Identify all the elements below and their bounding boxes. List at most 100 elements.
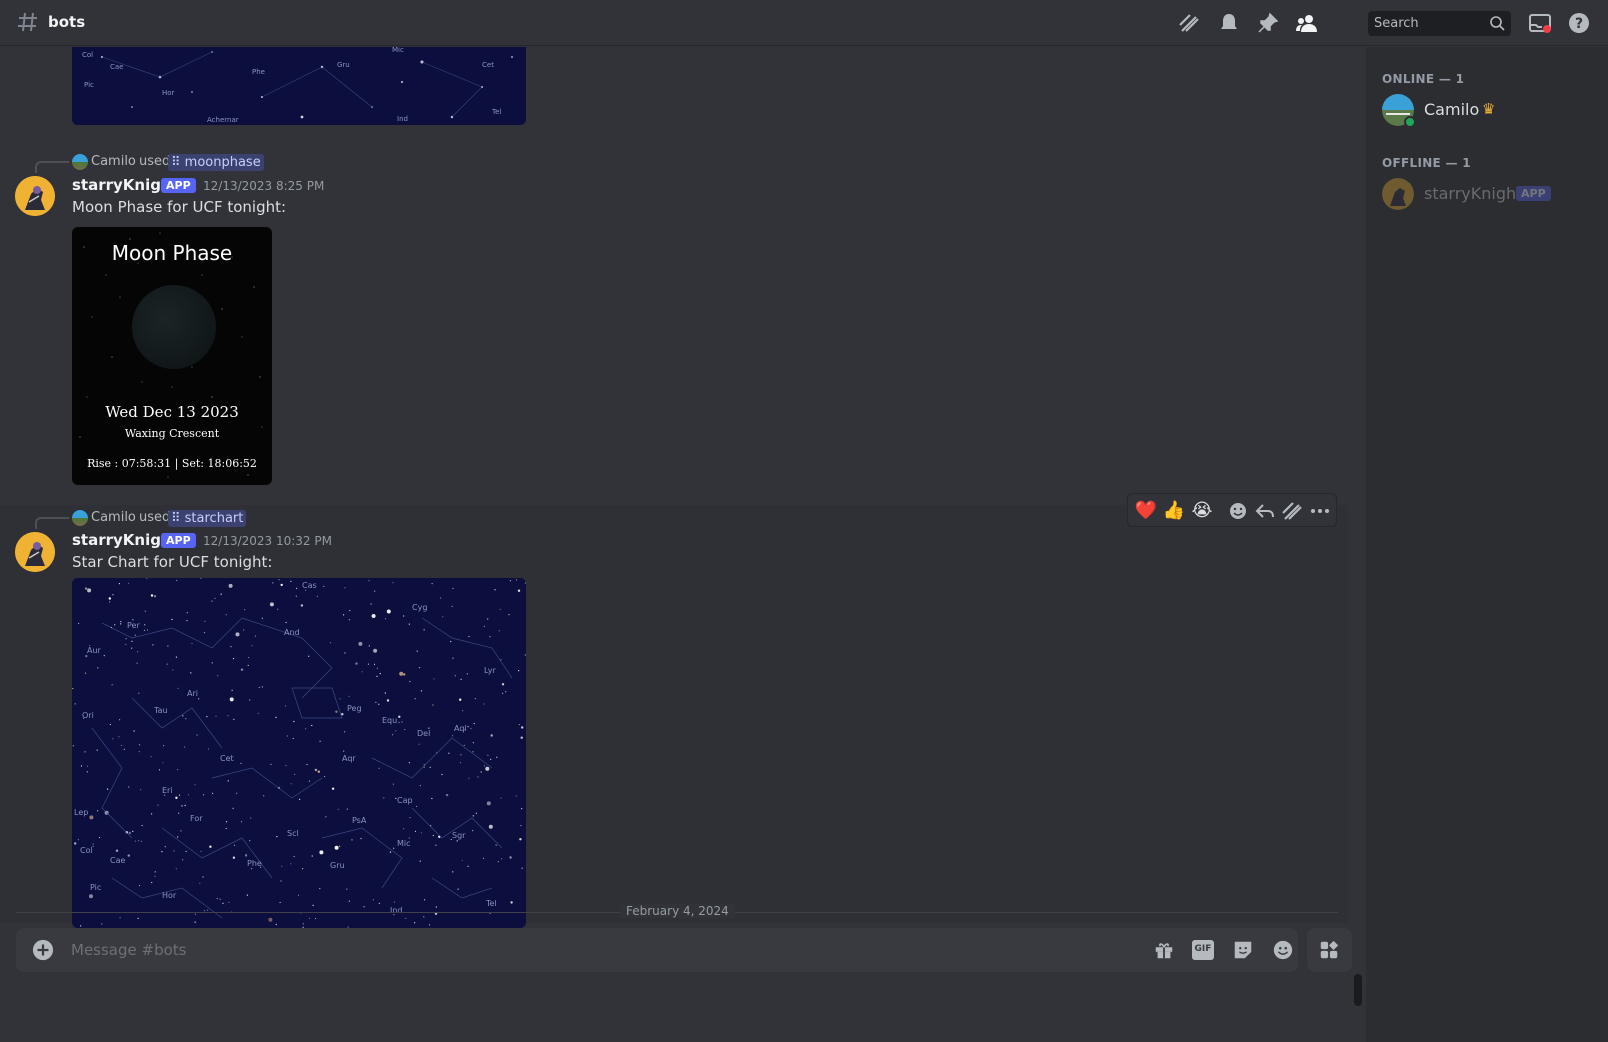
constellation-label: Eri [162,786,173,795]
chat-scrollbar[interactable] [1354,974,1362,1006]
svg-text:?: ? [1575,16,1583,32]
constellation-label: Ari [187,689,198,698]
channel-header: bots Search ? [0,0,1608,46]
member-camilo[interactable]: Camilo ♛ [1374,89,1600,131]
sticker-icon[interactable] [1232,939,1254,961]
constellation-label: Cas [302,581,317,590]
moon-card-date: Wed Dec 13 2023 [105,403,239,421]
member-list: ONLINE — 1 Camilo ♛ OFFLINE — 1 starryKn… [1366,47,1608,1042]
reply-used-text: used [139,154,171,169]
moon-card-rise-set: Rise : 07:58:31 | Set: 18:06:52 [87,457,257,470]
svg-text:Tel: Tel [491,108,501,116]
svg-text:Ind: Ind [397,115,408,123]
message-list: Cae Col Phe Gru Mic Cet Hor Pic Tel Ind Achernar C… [0,47,1362,1042]
moon-phase-card[interactable]: Moon Phase Wed Dec 13 2023 Waxing Cresce… [72,227,272,485]
app-badge: APP [1516,186,1551,201]
constellation-label: Tel [485,899,497,908]
constellation-label: Cet [220,754,234,763]
constellation-label: Del [417,729,430,738]
search-icon [1490,16,1505,31]
constellation-label: Gru [330,861,345,870]
svg-text:Cae: Cae [110,63,123,71]
command-starchart[interactable]: ⠿ starchart [168,510,247,527]
reply-connector [35,517,69,529]
app-badge: APP [161,533,196,548]
app-badge: APP [161,178,196,193]
emoji-icon[interactable] [1272,939,1294,961]
inbox-icon[interactable] [1528,11,1552,35]
online-status-dot [1404,116,1416,128]
reply-used-text: used [139,510,171,525]
bell-icon[interactable] [1217,11,1241,35]
svg-text:Phe: Phe [252,68,265,76]
constellation-label: Ori [82,711,94,720]
bot-avatar[interactable] [15,532,55,572]
threads-icon[interactable] [1177,11,1201,35]
moon-card-title: Moon Phase [111,241,233,265]
search-placeholder: Search [1374,16,1419,31]
reaction-crying[interactable]: 😭 [1190,499,1214,523]
svg-text:Mic: Mic [392,47,404,54]
reply-username[interactable]: Camilo [91,154,136,169]
command-icon: ⠿ [171,155,185,170]
member-list-icon[interactable] [1295,11,1319,35]
apps-icon [1320,940,1339,959]
message-text: Star Chart for UCF tonight: [72,553,273,571]
pin-icon[interactable] [1256,11,1280,35]
reply-username[interactable]: Camilo [91,510,136,525]
constellation-label: Mic [397,839,411,848]
reaction-thumbs-up[interactable]: 👍 [1162,499,1186,523]
constellation-label: Pic [90,883,101,892]
add-attachment-icon[interactable] [32,939,54,961]
message-timestamp[interactable]: 12/13/2023 10:32 PM [203,534,332,548]
gif-label: GIF [1194,944,1212,954]
reaction-heart[interactable]: ❤️ [1134,499,1158,523]
member-name: starryKnight [1424,184,1523,203]
constellation-label: Tau [153,706,168,715]
constellation-label: Cae [110,856,125,865]
search-box[interactable]: Search [1368,11,1511,36]
more-options-icon[interactable] [1308,499,1332,523]
reply-connector [35,161,69,173]
member-avatar [1382,178,1414,210]
message-input[interactable]: Message #bots [71,941,186,959]
svg-text:Cet: Cet [482,61,494,69]
constellation-label: Peg [347,704,362,713]
constellation-label: Lep [74,808,88,817]
constellation-label: Cap [397,796,413,805]
svg-text:Pic: Pic [84,81,94,89]
create-thread-icon[interactable] [1280,499,1304,523]
moon-card-phase: Waxing Crescent [124,427,220,440]
constellation-label: Scl [287,829,299,838]
member-name: Camilo [1424,100,1480,119]
constellation-label: Hor [162,891,177,900]
camilo-mini-avatar[interactable] [72,510,88,526]
constellation-label: Aur [87,646,102,655]
gift-icon[interactable] [1153,939,1175,961]
constellation-label: Equ [382,716,397,725]
starchart-image-previous[interactable]: Cae Col Phe Gru Mic Cet Hor Pic Tel Ind Achernar [72,47,526,125]
offline-section-title: OFFLINE — 1 [1382,156,1471,170]
command-icon: ⠿ [171,511,185,526]
reply-icon[interactable] [1253,499,1277,523]
help-icon[interactable]: ? [1567,11,1591,35]
command-moonphase[interactable]: ⠿ moonphase [168,154,264,171]
message-timestamp[interactable]: 12/13/2023 8:25 PM [203,179,324,193]
crown-icon: ♛ [1482,100,1496,118]
add-reaction-icon[interactable] [1226,499,1250,523]
gif-button[interactable]: GIF [1192,940,1214,960]
starchart-image[interactable]: Cas Cyg Per And Aur Tau Ari Peg Ori Cet Aqr Aql Eri C… [72,578,526,928]
camilo-mini-avatar[interactable] [72,154,88,170]
svg-text:Achernar: Achernar [207,116,239,124]
constellation-label: Col [80,846,93,855]
moon-disc [132,285,216,369]
date-divider-label: February 4, 2024 [620,904,735,918]
bot-avatar[interactable] [15,176,55,216]
channel-name: bots [48,13,86,31]
member-starryknight[interactable]: starryKnight APP [1374,173,1600,215]
message-composer[interactable]: Message #bots GIF [16,928,1298,972]
constellation-label: Ind [390,906,403,915]
svg-text:Hor: Hor [162,89,175,97]
command-name: starchart [184,511,244,526]
apps-button[interactable] [1307,928,1352,972]
